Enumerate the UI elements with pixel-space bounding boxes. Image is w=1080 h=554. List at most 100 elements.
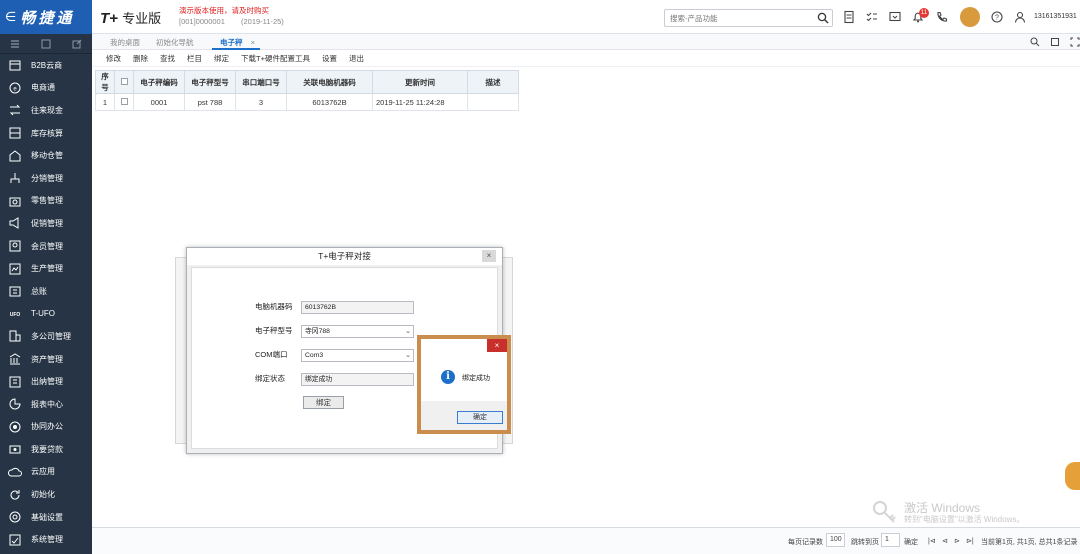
brand-logo[interactable]: ∈ 畅捷通 (0, 0, 92, 34)
chevron-down-icon[interactable]: ⌄ (405, 326, 411, 337)
com-port-select[interactable]: Com3 ⌄ (301, 349, 414, 362)
sidebar-item[interactable]: 往来现金 (0, 99, 92, 122)
columns-button[interactable]: 栏目 (187, 53, 202, 64)
sidebar-item-label: 协同办公 (31, 422, 63, 432)
phone-icon[interactable] (935, 10, 949, 24)
svg-text:UFO: UFO (10, 312, 21, 318)
user-icon[interactable] (1013, 10, 1027, 24)
bind-button[interactable]: 绑定 (214, 53, 229, 64)
sidebar-item[interactable]: e 电商通 (0, 77, 92, 100)
bind-submit-button[interactable]: 绑定 (303, 396, 344, 409)
col-machine-code[interactable]: 关联电脑机器码 (286, 70, 373, 94)
sidebar-item[interactable]: 移动仓管 (0, 144, 92, 167)
avatar[interactable] (960, 7, 980, 27)
fullscreen-icon[interactable] (1070, 37, 1080, 47)
sidebar-item-label: T-UFO (31, 309, 55, 319)
mobile-warehouse-icon (9, 150, 21, 162)
sidebar-item[interactable]: 总账 (0, 280, 92, 303)
download-tool-button[interactable]: 下载T+硬件配置工具 (241, 53, 310, 64)
last-page-icon[interactable]: ⊳| (966, 537, 974, 545)
tab-desktop[interactable]: 我的桌面 (110, 37, 140, 48)
report-icon (9, 398, 21, 410)
ok-button[interactable]: 确定 (457, 411, 503, 424)
row-checkbox[interactable] (120, 97, 128, 105)
checklist-icon[interactable] (865, 10, 879, 24)
user-phone[interactable]: 13161351931 (1034, 13, 1077, 20)
cell-model: pst 788 (184, 93, 236, 111)
search-input[interactable] (665, 10, 810, 26)
maximize-icon[interactable] (1050, 37, 1060, 47)
edit-button[interactable]: 修改 (106, 53, 121, 64)
sidebar-item-label: 云应用 (31, 467, 55, 477)
sidebar-item[interactable]: 初始化 (0, 483, 92, 506)
page-search-icon[interactable] (1030, 37, 1040, 47)
edit-icon[interactable] (72, 39, 82, 49)
first-page-icon[interactable]: |⊲ (928, 537, 936, 545)
next-page-icon[interactable]: ⊳ (954, 537, 960, 545)
sidebar-item[interactable]: 报表中心 (0, 393, 92, 416)
jump-confirm-button[interactable]: 确定 (904, 537, 918, 547)
scale-model-select[interactable]: 寺冈788 ⌄ (301, 325, 414, 338)
sidebar-tools (0, 34, 92, 54)
chevron-down-icon[interactable]: ⌄ (405, 350, 411, 361)
sidebar-item[interactable]: 资产管理 (0, 348, 92, 371)
per-page-input[interactable]: 100 (826, 533, 845, 547)
demo-notice[interactable]: 演示版本使用，请及时购买 (179, 5, 269, 16)
sidebar: B2B云商 e 电商通 往来现金 库存核算 移动仓管 分销管理 零售管理 促销管理会员管理生产管… (0, 34, 92, 554)
product-edition: 专业版 (122, 11, 162, 26)
col-update-time[interactable]: 更新时间 (372, 70, 468, 94)
sidebar-item[interactable]: 云应用 (0, 461, 92, 484)
dialog-close-button[interactable]: × (482, 250, 496, 262)
col-index[interactable]: 序号 (95, 70, 115, 94)
sidebar-item[interactable]: 系统管理 (0, 528, 92, 551)
col-port[interactable]: 串口端口号 (235, 70, 287, 94)
search-box[interactable] (664, 9, 833, 27)
help-icon[interactable]: ? (990, 10, 1004, 24)
col-description[interactable]: 描述 (467, 70, 519, 94)
favorites-icon[interactable] (41, 39, 51, 49)
sidebar-item[interactable]: UFO T-UFO (0, 303, 92, 326)
cell-select[interactable] (114, 93, 134, 111)
find-button[interactable]: 查找 (160, 53, 175, 64)
sidebar-item[interactable]: 我要贷款 (0, 438, 92, 461)
tab-active-indicator (212, 48, 260, 50)
calculator-icon[interactable] (842, 10, 856, 24)
sidebar-item[interactable]: 生产管理 (0, 257, 92, 280)
cell-code: 0001 (133, 93, 185, 111)
sidebar-item[interactable]: 协同办公 (0, 416, 92, 439)
tab-init-nav[interactable]: 初始化导航 (156, 37, 194, 48)
table-row[interactable]: 1 0001 pst 788 3 6013762B 2019-11-25 11:… (95, 93, 519, 111)
message-close-button[interactable]: × (487, 339, 507, 352)
sidebar-item[interactable]: 多公司管理 (0, 325, 92, 348)
sidebar-item[interactable]: 基础设置 (0, 506, 92, 529)
sidebar-item-label: 系统管理 (31, 535, 63, 545)
sidebar-item[interactable]: 促销管理 (0, 212, 92, 235)
sidebar-item[interactable]: B2B云商 (0, 54, 92, 77)
sidebar-item[interactable]: 出纳管理 (0, 370, 92, 393)
menu-icon[interactable] (10, 39, 20, 49)
machine-code-field[interactable]: 6013762B (301, 301, 414, 314)
tab-scale[interactable]: 电子秤 × (220, 37, 255, 48)
col-code[interactable]: 电子秤编码 (133, 70, 185, 94)
scale-model-value: 寺冈788 (305, 328, 330, 335)
sidebar-item[interactable]: 库存核算 (0, 122, 92, 145)
prev-page-icon[interactable]: ⊲ (942, 537, 948, 545)
sidebar-item-label: 会员管理 (31, 241, 63, 251)
sidebar-item[interactable]: 会员管理 (0, 235, 92, 258)
assistant-robot-icon[interactable] (1065, 462, 1080, 490)
search-icon[interactable] (817, 12, 829, 24)
sidebar-item[interactable]: 零售管理 (0, 190, 92, 213)
tab-close-icon[interactable]: × (251, 38, 255, 47)
settings-button[interactable]: 设置 (322, 53, 337, 64)
col-select-all[interactable] (114, 70, 134, 94)
ufo-icon: UFO (10, 312, 21, 318)
delete-button[interactable]: 删除 (133, 53, 148, 64)
message-box-icon[interactable] (888, 10, 902, 24)
cloud-icon (8, 467, 22, 477)
dialog-title[interactable]: T+电子秤对接 (187, 248, 502, 265)
jump-page-input[interactable]: 1 (881, 533, 900, 547)
select-all-checkbox[interactable] (120, 77, 128, 85)
col-model[interactable]: 电子秤型号 (184, 70, 236, 94)
exit-button[interactable]: 退出 (349, 53, 364, 64)
sidebar-item[interactable]: 分销管理 (0, 167, 92, 190)
